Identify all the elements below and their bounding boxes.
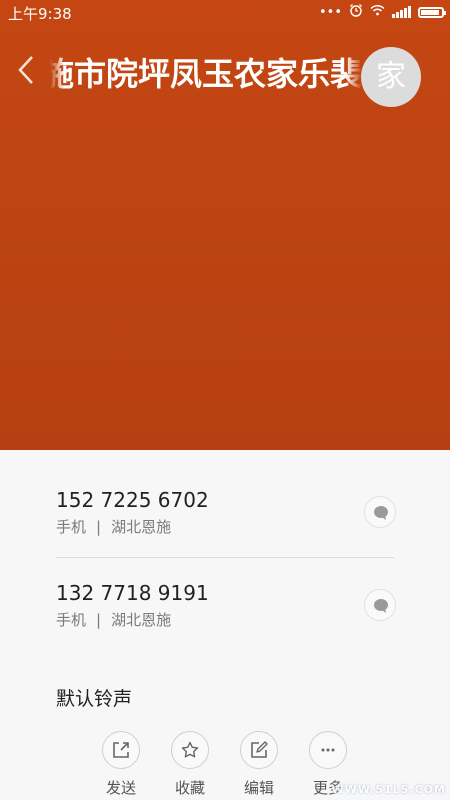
phone-number[interactable]: 152 7225 6702 [56,488,396,512]
share-icon [113,742,129,758]
signal-icon [392,6,411,18]
phone-location: 湖北恩施 [111,611,172,629]
avatar[interactable]: 家 [361,47,421,107]
status-time: 上午9:38 [8,5,72,23]
phone-entry[interactable]: 152 7225 6702 手机 | 湖北恩施 [56,488,396,540]
phone-meta: 手机 | 湖北恩施 [56,609,396,630]
battery-icon [418,6,446,18]
phone-location: 湖北恩施 [111,518,172,536]
edit-icon [251,741,268,758]
phone-entry[interactable]: 132 7718 9191 手机 | 湖北恩施 [56,581,396,633]
message-button[interactable] [364,496,396,528]
message-icon [374,506,388,520]
message-button[interactable] [364,589,396,621]
chevron-left-icon [18,56,33,84]
ringtone-setting[interactable]: 默认铃声 [56,684,132,711]
separator: | [96,518,102,536]
send-button[interactable]: 发送 [91,731,151,798]
star-icon [181,741,199,758]
more-dots-icon: ••• [318,4,342,20]
phone-type: 手机 [56,518,87,536]
watermark: WWW.51LS.COM [331,783,446,796]
more-icon [321,748,335,752]
phone-number[interactable]: 132 7718 9191 [56,581,396,605]
status-bar: 上午9:38 ••• [0,0,450,26]
separator: | [96,611,102,629]
edit-button[interactable]: 编辑 [229,731,289,798]
back-button[interactable] [16,54,42,90]
phone-type: 手机 [56,611,87,629]
alarm-icon [349,3,363,21]
message-icon [374,599,388,613]
favorite-button[interactable]: 收藏 [160,731,220,798]
wifi-icon [370,4,385,20]
contact-name: 恩施市院坪凤玉农家乐裴 [50,55,362,93]
phone-meta: 手机 | 湖北恩施 [56,516,396,537]
divider [56,557,394,558]
